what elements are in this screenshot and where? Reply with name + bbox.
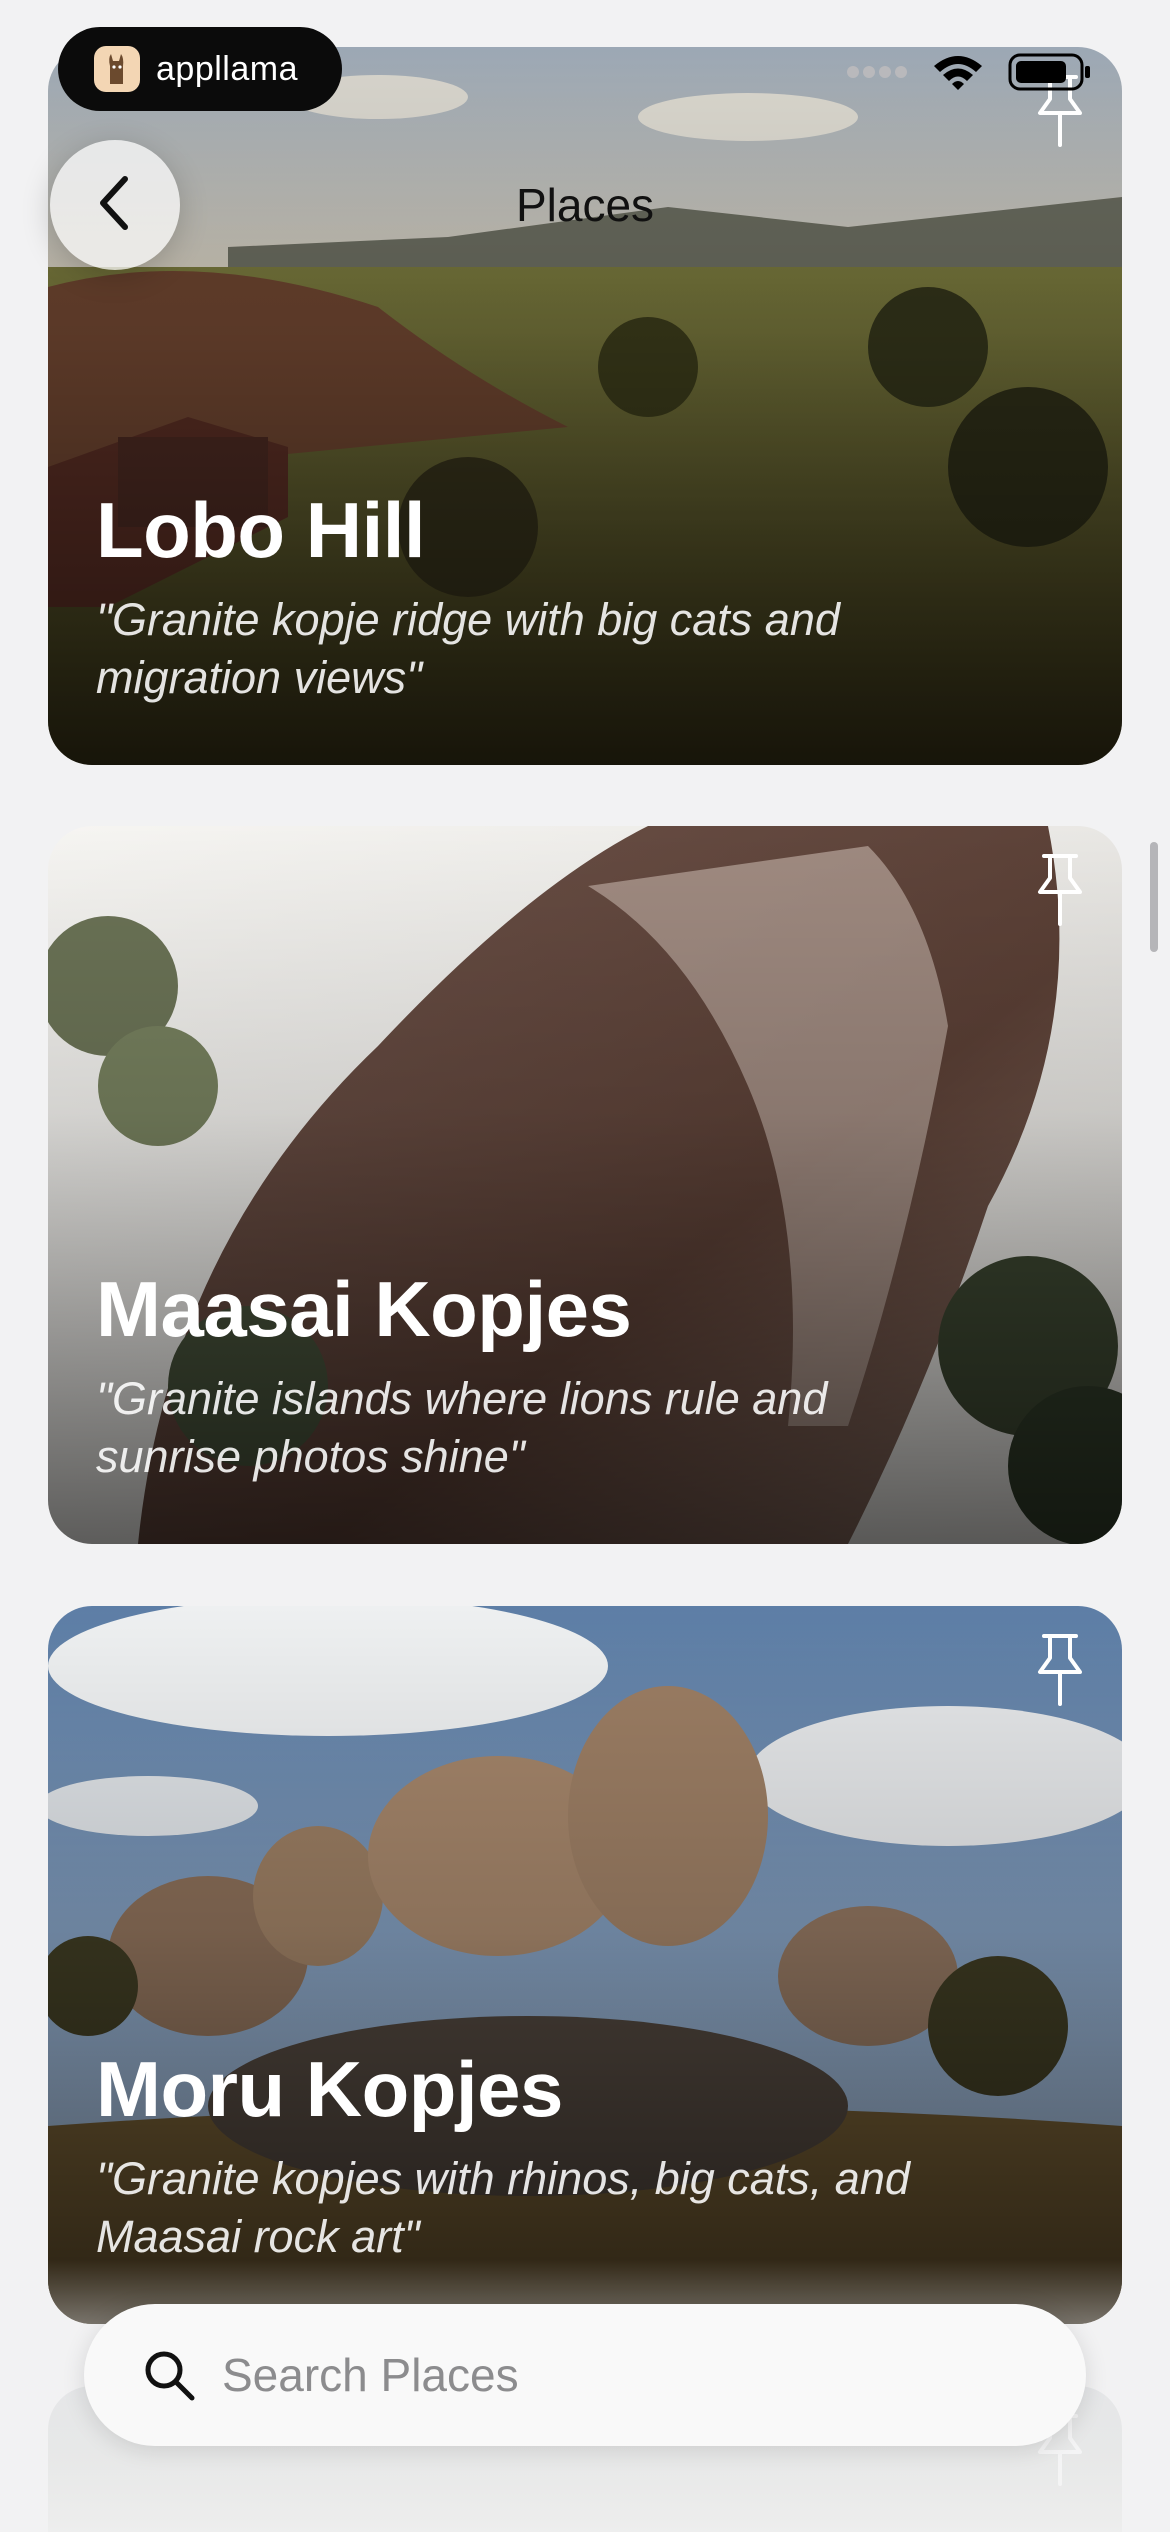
page-title: Places bbox=[515, 179, 655, 231]
wifi-icon bbox=[932, 52, 984, 97]
status-bar: appllama bbox=[0, 0, 1170, 150]
navigation-bar: Places bbox=[0, 140, 1170, 280]
place-card-maasai-kopjes[interactable]: Maasai Kopjes "Granite islands where lio… bbox=[48, 826, 1122, 1544]
place-card-moru-kopjes[interactable]: Moru Kopjes "Granite kopjes with rhinos,… bbox=[48, 1606, 1122, 2324]
pin-button[interactable] bbox=[1032, 1632, 1088, 1708]
search-input[interactable] bbox=[220, 2347, 1044, 2403]
llama-logo-icon bbox=[94, 46, 140, 92]
place-title: Lobo Hill bbox=[96, 486, 426, 574]
place-tagline: "Granite islands where lions rule and su… bbox=[96, 1373, 828, 1482]
search-icon bbox=[142, 2348, 196, 2402]
pin-icon bbox=[1032, 1634, 1088, 1712]
status-icons bbox=[846, 52, 1092, 97]
search-bar[interactable] bbox=[84, 2304, 1086, 2446]
place-title: Moru Kopjes bbox=[96, 2045, 563, 2133]
scroll-indicator[interactable] bbox=[1150, 842, 1158, 952]
place-tagline: "Granite kopje ridge with big cats and m… bbox=[96, 594, 840, 703]
place-tagline: "Granite kopjes with rhinos, big cats, a… bbox=[96, 2153, 910, 2262]
battery-icon bbox=[1008, 52, 1092, 97]
place-title: Maasai Kopjes bbox=[96, 1265, 632, 1353]
signal-dots-icon bbox=[846, 65, 908, 84]
brand-name: appllama bbox=[156, 49, 298, 88]
brand-badge: appllama bbox=[58, 27, 342, 111]
pin-button[interactable] bbox=[1032, 852, 1088, 928]
pin-icon bbox=[1032, 854, 1088, 932]
